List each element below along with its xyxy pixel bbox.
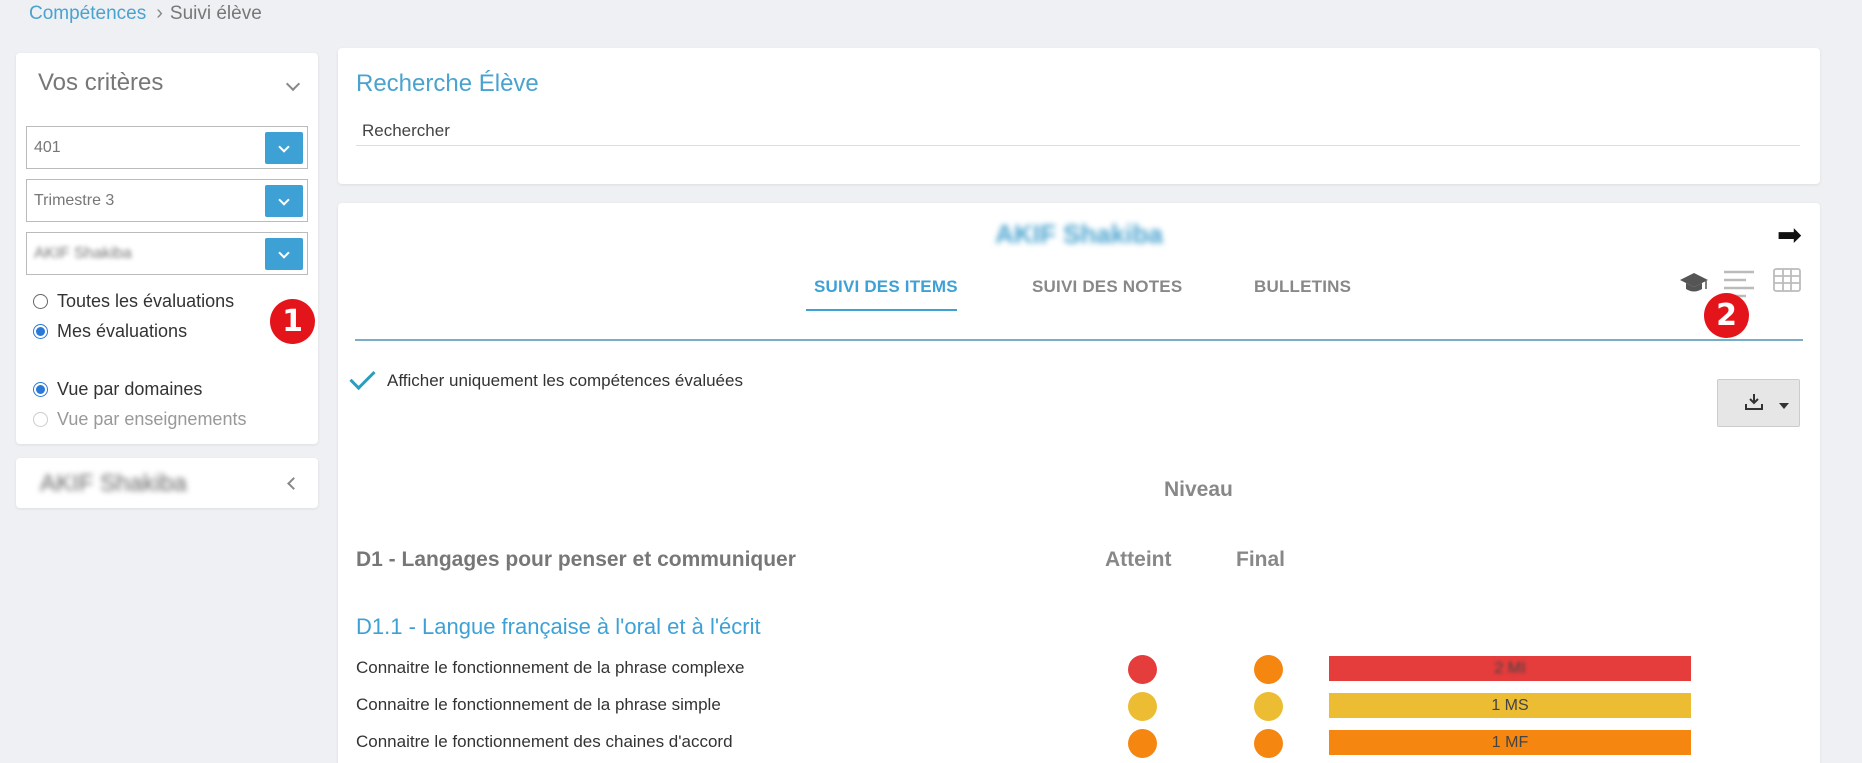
student-header-name: AKIF Shakiba xyxy=(995,219,1163,249)
tab-bulletins[interactable]: BULLETINS xyxy=(1254,277,1351,297)
radio-label: Mes évaluations xyxy=(57,321,188,341)
tab-suivi-items[interactable]: SUIVI DES ITEMS xyxy=(814,277,958,297)
chevron-left-icon[interactable] xyxy=(287,477,300,490)
atteint-level-dot xyxy=(1128,729,1157,758)
level-bar: 2 MI xyxy=(1329,656,1691,681)
criteria-title: Vos critères xyxy=(38,69,164,96)
skill-row: Connaitre le fonctionnement des chaines … xyxy=(338,725,1820,761)
checkmark-icon[interactable] xyxy=(349,363,376,391)
final-level-dot xyxy=(1254,692,1283,721)
table-grid-icon[interactable] xyxy=(1773,268,1801,292)
student-dropdown-button[interactable] xyxy=(265,238,303,270)
skill-label: Connaitre le fonctionnement de la phrase… xyxy=(356,658,745,677)
level-bar: 1 MS xyxy=(1329,693,1691,718)
column-header-atteint: Atteint xyxy=(1105,548,1172,571)
breadcrumb-link-competences[interactable]: Compétences xyxy=(29,3,146,25)
final-level-dot xyxy=(1254,729,1283,758)
radio-label: Vue par domaines xyxy=(57,379,203,399)
radio-view-teachings: Vue par enseignements xyxy=(33,409,246,430)
export-button[interactable] xyxy=(1717,379,1800,427)
subdomain-title: D1.1 - Langue française à l'oral et à l'… xyxy=(356,614,761,639)
level-bar-label: 1 MF xyxy=(1491,734,1529,751)
radio-label: Vue par enseignements xyxy=(57,409,247,429)
student-name: AKIF Shakiba xyxy=(40,470,187,497)
breadcrumb-current: Suivi élève xyxy=(169,2,262,24)
breadcrumb-separator-icon: › xyxy=(156,2,163,24)
chevron-down-icon[interactable] xyxy=(285,76,301,92)
radio-my-evaluations[interactable]: Mes évaluations xyxy=(33,321,187,342)
domain-title: D1 - Langages pour penser et communiquer xyxy=(356,548,796,571)
breadcrumb: Compétences › Suivi élève xyxy=(29,2,262,25)
final-level-dot xyxy=(1254,655,1283,684)
active-tab-indicator xyxy=(806,309,957,311)
radio-label: Toutes les évaluations xyxy=(57,291,235,311)
tabs-divider xyxy=(355,339,1803,341)
skill-label: Connaitre le fonctionnement des chaines … xyxy=(356,732,733,751)
period-select[interactable]: Trimestre 3 xyxy=(26,179,308,222)
class-select[interactable]: 401 xyxy=(26,126,308,169)
level-bar: 1 MF xyxy=(1329,730,1691,755)
period-dropdown-button[interactable] xyxy=(265,185,303,217)
class-select-value: 401 xyxy=(34,139,61,156)
period-select-value: Trimestre 3 xyxy=(34,192,115,209)
radio-button[interactable] xyxy=(33,382,48,397)
niveau-header: Niveau xyxy=(1164,478,1233,501)
main-panel: AKIF Shakiba ➡ SUIVI DES ITEMS SUIVI DES… xyxy=(338,203,1820,763)
tab-suivi-notes[interactable]: SUIVI DES NOTES xyxy=(1032,277,1182,297)
annotation-badge-1: 1 xyxy=(270,299,315,344)
graduation-cap-icon[interactable] xyxy=(1680,273,1708,292)
student-select-value: AKIF Shakiba xyxy=(34,245,132,262)
student-panel[interactable]: AKIF Shakiba xyxy=(16,458,318,508)
criteria-panel: Vos critères 401 Trimestre 3 AKIF Shakib… xyxy=(16,53,318,444)
annotation-badge-2: 2 xyxy=(1704,293,1749,338)
skill-label: Connaitre le fonctionnement de la phrase… xyxy=(356,695,721,714)
radio-button[interactable] xyxy=(33,294,48,309)
search-panel: Recherche Élève xyxy=(338,48,1820,184)
student-select[interactable]: AKIF Shakiba xyxy=(26,232,308,275)
column-header-final: Final xyxy=(1236,548,1286,571)
caret-down-icon xyxy=(1779,403,1789,409)
skill-row: Connaitre le fonctionnement de la phrase… xyxy=(338,651,1820,687)
arrow-right-icon[interactable]: ➡ xyxy=(1777,221,1802,251)
class-dropdown-button[interactable] xyxy=(265,132,303,164)
radio-view-domains[interactable]: Vue par domaines xyxy=(33,379,202,400)
filter-evaluated-label[interactable]: Afficher uniquement les compétences éval… xyxy=(387,371,743,391)
download-tray-icon xyxy=(1745,394,1763,410)
skill-row: Connaitre le fonctionnement de la phrase… xyxy=(338,688,1820,724)
level-bar-label: 1 MS xyxy=(1491,697,1529,714)
atteint-level-dot xyxy=(1128,655,1157,684)
radio-button[interactable] xyxy=(33,324,48,339)
radio-button xyxy=(33,412,48,427)
radio-all-evaluations[interactable]: Toutes les évaluations xyxy=(33,291,234,312)
level-bar-label: 2 MI xyxy=(1494,660,1526,677)
atteint-level-dot xyxy=(1128,692,1157,721)
search-title: Recherche Élève xyxy=(356,70,539,97)
search-input[interactable] xyxy=(356,116,1800,146)
